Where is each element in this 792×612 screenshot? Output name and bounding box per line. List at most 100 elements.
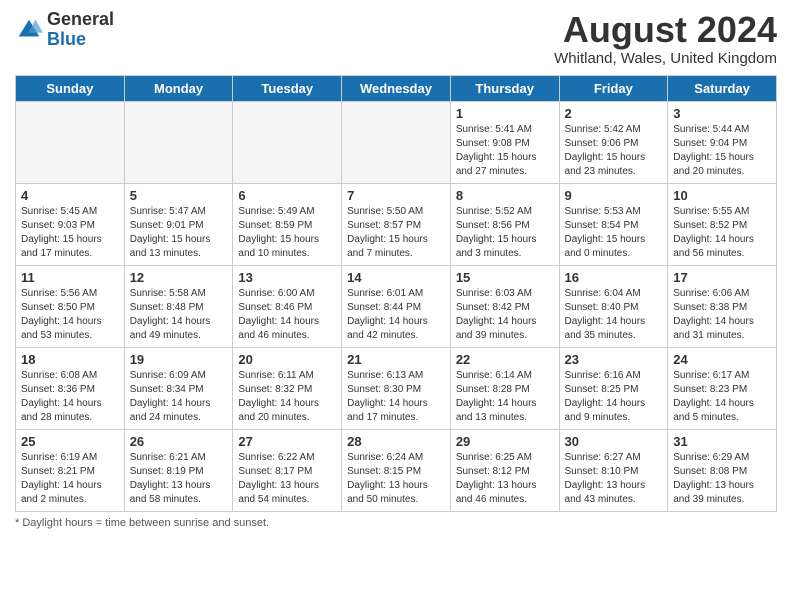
day-number: 21: [347, 352, 445, 367]
calendar-cell: 14 Sunrise: 6:01 AM Sunset: 8:44 PM Dayli…: [342, 265, 451, 347]
title-area: August 2024 Whitland, Wales, United King…: [554, 10, 777, 67]
calendar-cell: 22 Sunrise: 6:14 AM Sunset: 8:28 PM Dayli…: [450, 347, 559, 429]
logo-general-text: General: [47, 9, 114, 29]
calendar-cell: 28 Sunrise: 6:24 AM Sunset: 8:15 PM Dayli…: [342, 429, 451, 511]
calendar-cell: 19 Sunrise: 6:09 AM Sunset: 8:34 PM Dayli…: [124, 347, 233, 429]
day-number: 12: [130, 270, 228, 285]
day-number: 24: [673, 352, 771, 367]
calendar-week-1: 4 Sunrise: 5:45 AM Sunset: 9:03 PM Daylig…: [16, 183, 777, 265]
day-info: Sunrise: 6:01 AM Sunset: 8:44 PM Dayligh…: [347, 287, 445, 343]
month-title: August 2024: [554, 10, 777, 50]
day-number: 16: [565, 270, 663, 285]
calendar-cell: [16, 101, 125, 183]
day-info: Sunrise: 6:08 AM Sunset: 8:36 PM Dayligh…: [21, 369, 119, 425]
day-number: 23: [565, 352, 663, 367]
calendar-cell: 24 Sunrise: 6:17 AM Sunset: 8:23 PM Dayli…: [668, 347, 777, 429]
day-number: 27: [238, 434, 336, 449]
day-info: Sunrise: 5:53 AM Sunset: 8:54 PM Dayligh…: [565, 205, 663, 261]
day-number: 4: [21, 188, 119, 203]
day-number: 8: [456, 188, 554, 203]
day-info: Sunrise: 6:00 AM Sunset: 8:46 PM Dayligh…: [238, 287, 336, 343]
calendar-cell: 31 Sunrise: 6:29 AM Sunset: 8:08 PM Dayli…: [668, 429, 777, 511]
calendar-header-friday: Friday: [559, 75, 668, 101]
day-number: 10: [673, 188, 771, 203]
calendar-cell: 30Sunrise: 6:27 AM Sunset: 8:10 PM Dayli…: [559, 429, 668, 511]
day-number: 25: [21, 434, 119, 449]
footer-note: * Daylight hours = time between sunrise …: [15, 517, 777, 529]
day-number: 28: [347, 434, 445, 449]
calendar-cell: 13 Sunrise: 6:00 AM Sunset: 8:46 PM Dayli…: [233, 265, 342, 347]
calendar-header-thursday: Thursday: [450, 75, 559, 101]
location: Whitland, Wales, United Kingdom: [554, 50, 777, 67]
calendar-header-row: SundayMondayTuesdayWednesdayThursdayFrid…: [16, 75, 777, 101]
day-number: 30: [565, 434, 663, 449]
calendar-cell: 27Sunrise: 6:22 AM Sunset: 8:17 PM Dayli…: [233, 429, 342, 511]
day-number: 6: [238, 188, 336, 203]
day-number: 20: [238, 352, 336, 367]
calendar-cell: 9Sunrise: 5:53 AM Sunset: 8:54 PM Daylig…: [559, 183, 668, 265]
day-info: Sunrise: 6:04 AM Sunset: 8:40 PM Dayligh…: [565, 287, 663, 343]
day-number: 14: [347, 270, 445, 285]
day-info: Sunrise: 6:24 AM Sunset: 8:15 PM Dayligh…: [347, 451, 445, 507]
calendar-cell: 11Sunrise: 5:56 AM Sunset: 8:50 PM Dayli…: [16, 265, 125, 347]
calendar-cell: 5Sunrise: 5:47 AM Sunset: 9:01 PM Daylig…: [124, 183, 233, 265]
day-info: Sunrise: 6:21 AM Sunset: 8:19 PM Dayligh…: [130, 451, 228, 507]
logo-blue-text: Blue: [47, 29, 86, 49]
calendar-cell: [124, 101, 233, 183]
day-info: Sunrise: 5:52 AM Sunset: 8:56 PM Dayligh…: [456, 205, 554, 261]
day-info: Sunrise: 6:09 AM Sunset: 8:34 PM Dayligh…: [130, 369, 228, 425]
calendar-cell: 20 Sunrise: 6:11 AM Sunset: 8:32 PM Dayli…: [233, 347, 342, 429]
calendar-header-sunday: Sunday: [16, 75, 125, 101]
calendar-header-wednesday: Wednesday: [342, 75, 451, 101]
calendar-cell: 7 Sunrise: 5:50 AM Sunset: 8:57 PM Daylig…: [342, 183, 451, 265]
day-number: 22: [456, 352, 554, 367]
calendar-cell: 25Sunrise: 6:19 AM Sunset: 8:21 PM Dayli…: [16, 429, 125, 511]
calendar-header-tuesday: Tuesday: [233, 75, 342, 101]
day-info: Sunrise: 6:25 AM Sunset: 8:12 PM Dayligh…: [456, 451, 554, 507]
day-info: Sunrise: 5:45 AM Sunset: 9:03 PM Dayligh…: [21, 205, 119, 261]
calendar-cell: 18 Sunrise: 6:08 AM Sunset: 8:36 PM Dayli…: [16, 347, 125, 429]
calendar-header-monday: Monday: [124, 75, 233, 101]
calendar-week-2: 11Sunrise: 5:56 AM Sunset: 8:50 PM Dayli…: [16, 265, 777, 347]
logo: General Blue: [15, 10, 114, 50]
day-info: Sunrise: 5:55 AM Sunset: 8:52 PM Dayligh…: [673, 205, 771, 261]
day-info: Sunrise: 6:13 AM Sunset: 8:30 PM Dayligh…: [347, 369, 445, 425]
day-number: 15: [456, 270, 554, 285]
calendar-cell: 10 Sunrise: 5:55 AM Sunset: 8:52 PM Dayli…: [668, 183, 777, 265]
day-info: Sunrise: 6:29 AM Sunset: 8:08 PM Dayligh…: [673, 451, 771, 507]
day-number: 11: [21, 270, 119, 285]
day-info: Sunrise: 5:42 AM Sunset: 9:06 PM Dayligh…: [565, 123, 663, 179]
calendar-cell: 12Sunrise: 5:58 AM Sunset: 8:48 PM Dayli…: [124, 265, 233, 347]
calendar-cell: 17Sunrise: 6:06 AM Sunset: 8:38 PM Dayli…: [668, 265, 777, 347]
day-info: Sunrise: 6:03 AM Sunset: 8:42 PM Dayligh…: [456, 287, 554, 343]
calendar-cell: 15 Sunrise: 6:03 AM Sunset: 8:42 PM Dayli…: [450, 265, 559, 347]
calendar-cell: 2 Sunrise: 5:42 AM Sunset: 9:06 PM Daylig…: [559, 101, 668, 183]
day-info: Sunrise: 5:41 AM Sunset: 9:08 PM Dayligh…: [456, 123, 554, 179]
day-number: 31: [673, 434, 771, 449]
calendar-table: SundayMondayTuesdayWednesdayThursdayFrid…: [15, 75, 777, 512]
day-info: Sunrise: 6:11 AM Sunset: 8:32 PM Dayligh…: [238, 369, 336, 425]
day-number: 29: [456, 434, 554, 449]
calendar-week-4: 25Sunrise: 6:19 AM Sunset: 8:21 PM Dayli…: [16, 429, 777, 511]
day-number: 1: [456, 106, 554, 121]
calendar-week-0: 1 Sunrise: 5:41 AM Sunset: 9:08 PM Daylig…: [16, 101, 777, 183]
day-number: 19: [130, 352, 228, 367]
calendar-cell: 8 Sunrise: 5:52 AM Sunset: 8:56 PM Daylig…: [450, 183, 559, 265]
day-number: 7: [347, 188, 445, 203]
day-info: Sunrise: 5:44 AM Sunset: 9:04 PM Dayligh…: [673, 123, 771, 179]
calendar-cell: [233, 101, 342, 183]
day-number: 5: [130, 188, 228, 203]
page: General Blue August 2024 Whitland, Wales…: [0, 0, 792, 612]
day-number: 18: [21, 352, 119, 367]
day-info: Sunrise: 5:50 AM Sunset: 8:57 PM Dayligh…: [347, 205, 445, 261]
calendar-cell: 1 Sunrise: 5:41 AM Sunset: 9:08 PM Daylig…: [450, 101, 559, 183]
calendar-cell: 4 Sunrise: 5:45 AM Sunset: 9:03 PM Daylig…: [16, 183, 125, 265]
day-info: Sunrise: 6:17 AM Sunset: 8:23 PM Dayligh…: [673, 369, 771, 425]
day-number: 2: [565, 106, 663, 121]
day-info: Sunrise: 6:14 AM Sunset: 8:28 PM Dayligh…: [456, 369, 554, 425]
logo-icon: [15, 16, 43, 44]
calendar-cell: 29 Sunrise: 6:25 AM Sunset: 8:12 PM Dayli…: [450, 429, 559, 511]
calendar-cell: 21 Sunrise: 6:13 AM Sunset: 8:30 PM Dayli…: [342, 347, 451, 429]
day-number: 13: [238, 270, 336, 285]
day-info: Sunrise: 6:06 AM Sunset: 8:38 PM Dayligh…: [673, 287, 771, 343]
